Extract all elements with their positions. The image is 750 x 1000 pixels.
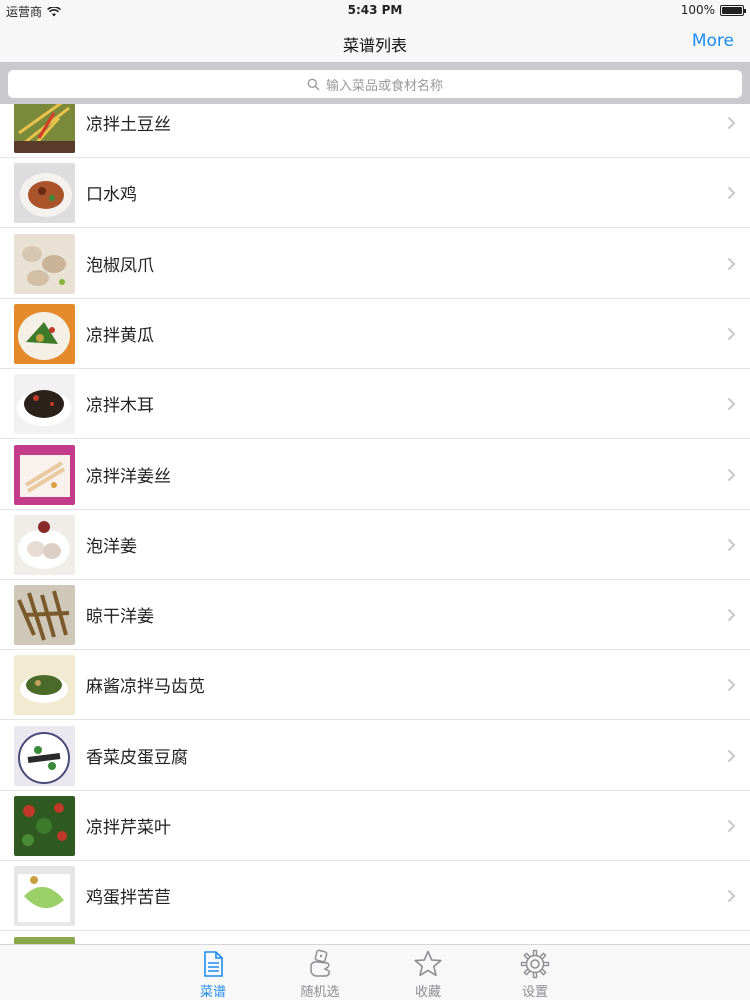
star-icon	[414, 950, 442, 977]
status-right: 100%	[680, 3, 746, 17]
recipe-row[interactable]: 泡洋姜	[0, 510, 750, 580]
recipe-row[interactable]: 麻酱凉拌马齿苋	[0, 650, 750, 721]
chevron-right-icon	[727, 397, 736, 411]
recipe-row[interactable]: 香菜皮蛋豆腐	[0, 721, 750, 791]
chevron-right-icon	[727, 257, 736, 270]
tab-label: 随机选	[300, 985, 340, 1000]
chevron-right-icon	[727, 890, 736, 903]
tab-0[interactable]: 菜谱	[183, 949, 243, 1000]
recipe-name: 凉拌土豆丝	[86, 115, 171, 135]
recipe-name: 口水鸡	[86, 185, 137, 206]
recipe-row-partial[interactable]	[0, 932, 750, 944]
more-button[interactable]: More	[692, 31, 734, 51]
recipe-list[interactable]: 凉拌土豆丝口水鸡泡椒凤爪凉拌黄瓜凉拌木耳凉拌洋姜丝泡洋姜晾干洋姜麻酱凉拌马齿苋香…	[0, 104, 750, 944]
recipe-thumbnail	[14, 163, 75, 224]
recipe-thumbnail	[14, 303, 75, 364]
recipe-thumbnail	[14, 866, 75, 927]
recipe-name: 凉拌黄瓜	[86, 325, 154, 346]
battery-percent: 100%	[680, 3, 715, 17]
tab-label: 菜谱	[199, 985, 226, 1000]
recipe-thumbnail	[14, 514, 75, 575]
search-bar: 输入菜品或食材名称	[0, 62, 750, 104]
recipe-row[interactable]: 凉拌土豆丝	[0, 104, 750, 158]
recipe-name: 鸡蛋拌苦苣	[86, 888, 171, 909]
recipe-row[interactable]: 凉拌洋姜丝	[0, 440, 750, 510]
gear-icon	[520, 949, 550, 979]
page-title: 菜谱列表	[342, 36, 407, 55]
document-icon	[204, 951, 223, 977]
recipe-row[interactable]: 凉拌芹菜叶	[0, 791, 750, 861]
tab-1[interactable]: 随机选	[290, 949, 350, 1000]
tab-3[interactable]: 设置	[505, 949, 565, 1000]
recipe-thumbnail	[14, 585, 75, 646]
chevron-right-icon	[727, 327, 736, 341]
recipe-row[interactable]: 凉拌黄瓜	[0, 299, 750, 369]
recipe-name: 香菜皮蛋豆腐	[86, 747, 188, 768]
recipe-name: 泡椒凤爪	[86, 255, 154, 276]
recipe-name: 凉拌木耳	[86, 396, 154, 417]
search-icon	[307, 78, 320, 90]
status-time: 5:43 PM	[347, 3, 403, 17]
status-bar: 运营商 5:43 PM 100%	[0, 0, 750, 22]
chevron-right-icon	[727, 468, 736, 481]
recipe-thumbnail	[14, 725, 75, 786]
recipe-thumbnail	[14, 936, 75, 944]
search-input[interactable]: 输入菜品或食材名称	[8, 70, 742, 98]
nav-bar: 菜谱列表 More	[0, 22, 750, 62]
recipe-thumbnail	[14, 374, 75, 435]
chevron-right-icon	[727, 749, 736, 762]
chevron-right-icon	[727, 679, 736, 692]
recipe-thumbnail	[14, 104, 75, 153]
tab-label: 设置	[521, 985, 548, 1000]
tab-bar: 菜谱 随机选 收藏 设置	[0, 944, 750, 1000]
recipe-thumbnail	[14, 444, 75, 505]
chevron-right-icon	[727, 819, 736, 833]
battery-icon	[720, 4, 746, 16]
recipe-thumbnail	[14, 655, 75, 716]
recipe-thumbnail	[14, 796, 75, 856]
recipe-row[interactable]: 泡椒凤爪	[0, 229, 750, 299]
recipe-row[interactable]: 凉拌木耳	[0, 369, 750, 440]
recipe-name: 泡洋姜	[86, 536, 137, 557]
tab-2[interactable]: 收藏	[398, 949, 458, 1000]
recipe-name: 麻酱凉拌马齿苋	[86, 677, 205, 698]
recipe-row[interactable]: 鸡蛋拌苦苣	[0, 861, 750, 932]
recipe-name: 凉拌芹菜叶	[86, 818, 171, 838]
dice-hand-icon	[310, 949, 330, 977]
tab-label: 收藏	[414, 985, 441, 1000]
chevron-right-icon	[727, 187, 736, 200]
recipe-row[interactable]: 口水鸡	[0, 158, 750, 229]
recipe-name: 凉拌洋姜丝	[86, 466, 171, 487]
recipe-row[interactable]: 晾干洋姜	[0, 580, 750, 651]
chevron-right-icon	[727, 116, 736, 130]
search-placeholder: 输入菜品或食材名称	[325, 78, 443, 94]
recipe-thumbnail	[14, 233, 75, 294]
chevron-right-icon	[727, 608, 736, 622]
chevron-right-icon	[727, 538, 736, 552]
battery-fill	[722, 6, 742, 14]
recipe-name: 晾干洋姜	[86, 607, 154, 628]
